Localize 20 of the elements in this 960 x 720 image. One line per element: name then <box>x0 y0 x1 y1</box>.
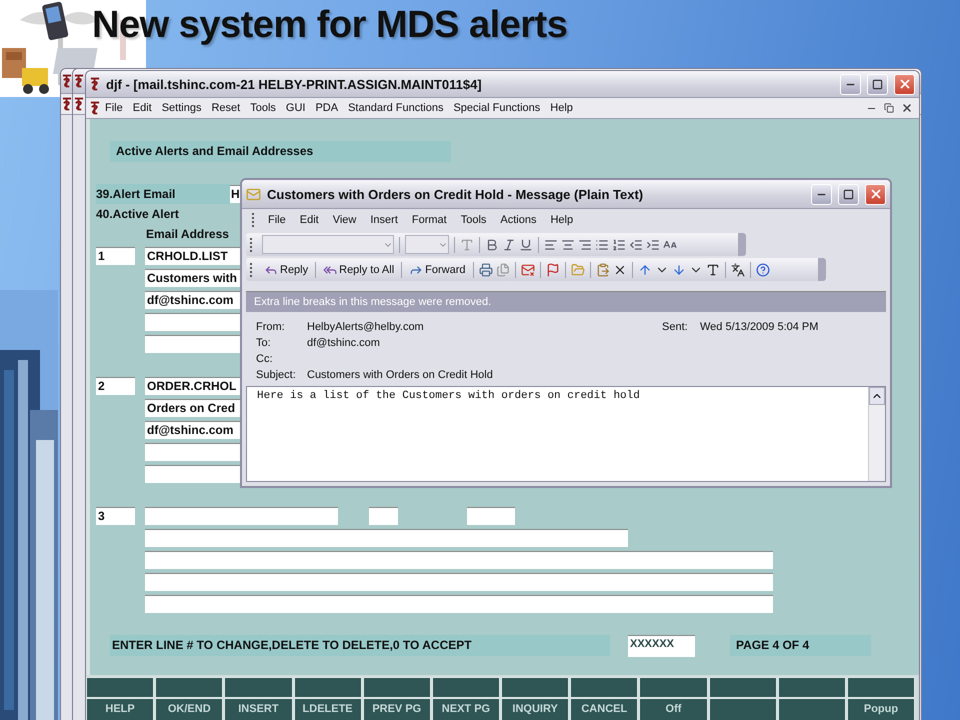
section-heading: Active Alerts and Email Addresses <box>110 141 451 162</box>
header-label: Sent: <box>662 320 689 334</box>
header-label: Subject: <box>256 368 297 382</box>
header-label: To: <box>256 336 272 350</box>
window-title: djf - [mail.tshinc.com-21 HELBY-PRINT.ASSIGN.MAINT011$4] <box>106 76 483 92</box>
header-value: HelbyAlerts@helby.com <box>307 320 425 334</box>
page-indicator: PAGE 4 OF 4 <box>730 635 871 656</box>
column-header: Email Address <box>146 226 229 243</box>
header-value: df@tshinc.com <box>307 336 381 350</box>
field-label: 39.Alert Email <box>96 184 230 204</box>
header-label: Cc: <box>256 352 274 366</box>
info-bar: Extra line breaks in this message were removed. <box>246 291 886 312</box>
header-value: Customers with Orders on Credit Hold <box>307 368 494 382</box>
window-title: Customers with Orders on Credit Hold - Message (Plain Text) <box>267 186 644 202</box>
prompt-text: ENTER LINE # TO CHANGE,DELETE TO DELETE,0 TO ACCEPT <box>110 635 610 656</box>
message-body: Here is a list of the Customers with orders on credit hold <box>256 389 641 404</box>
field-label: 40.Active Alert <box>96 206 179 223</box>
header-label: From: <box>256 320 286 334</box>
header-value: Wed 5/13/2009 5:04 PM <box>700 320 820 334</box>
slide-title: New system for MDS alerts <box>92 4 568 47</box>
